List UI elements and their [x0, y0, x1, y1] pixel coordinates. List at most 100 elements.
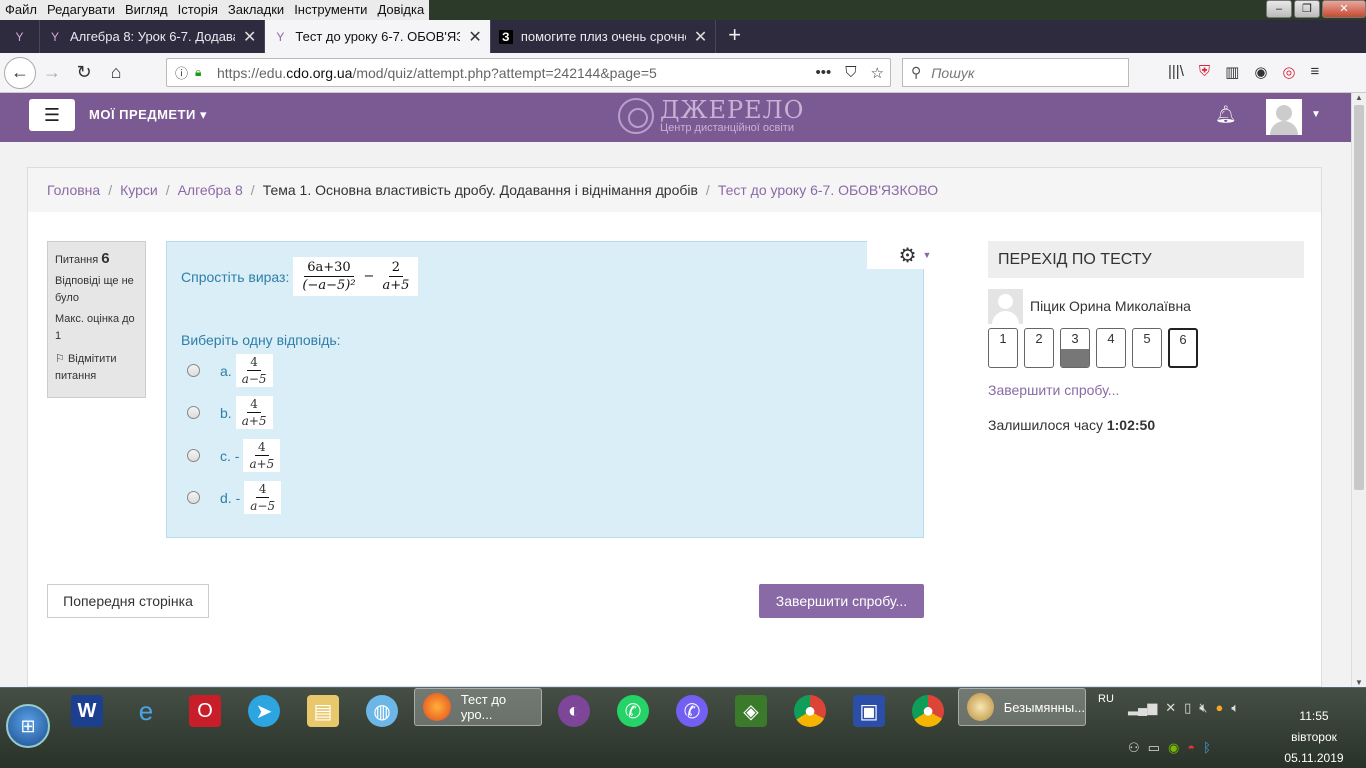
menu-bookmarks[interactable]: Закладки	[222, 0, 290, 20]
network-globe-icon[interactable]: ◍	[357, 692, 407, 730]
tray-antivirus-icon[interactable]: ◓	[1187, 740, 1195, 756]
tab-close-icon[interactable]: ✕	[694, 27, 707, 47]
expr-minus: −	[363, 269, 375, 284]
viber-icon[interactable]: ✆	[667, 692, 717, 730]
radio-d[interactable]	[187, 491, 200, 504]
telegram-icon[interactable]: ➤	[239, 692, 289, 730]
signal-icon[interactable]: ▂▄▆	[1128, 700, 1157, 716]
whatsapp-icon[interactable]: ✆	[608, 692, 658, 730]
menu-file[interactable]: Файл	[0, 0, 42, 20]
logo-subtitle: Центр дистанційної освіти	[660, 122, 794, 134]
chrome-icon[interactable]: ●	[785, 692, 835, 730]
tray-nvidia-icon[interactable]: ◉	[1168, 740, 1179, 756]
tor-icon[interactable]: ◐	[549, 692, 599, 730]
mute-icon[interactable]: 🔇︎	[1199, 700, 1207, 716]
breadcrumb-algebra[interactable]: Алгебра 8	[178, 182, 243, 198]
bookmark-star-icon[interactable]: ☆	[871, 64, 884, 82]
radio-a[interactable]	[187, 364, 200, 377]
menu-edit[interactable]: Редагувати	[41, 0, 120, 20]
menu-tools[interactable]: Інструменти	[289, 0, 373, 20]
breadcrumb-quiz[interactable]: Тест до уроку 6-7. ОБОВ'ЯЗКОВО	[718, 182, 938, 198]
sidebar-icon[interactable]: ▥	[1225, 63, 1239, 81]
my-courses-dropdown[interactable]: МОЇ ПРЕДМЕТИ ▾	[89, 107, 207, 123]
question-settings-menu[interactable]: ⚙ ▼	[867, 241, 963, 269]
quiz-nav-button-6[interactable]: 6	[1168, 328, 1198, 368]
file-explorer-icon[interactable]: ▤	[298, 692, 348, 730]
opera-icon[interactable]: O	[180, 692, 230, 730]
answer-option-a[interactable]: a. 4 a−5	[187, 354, 275, 387]
quiz-nav-button-2[interactable]: 2	[1024, 328, 1054, 368]
finish-attempt-button[interactable]: Завершити спробу...	[759, 584, 924, 618]
breadcrumb-home[interactable]: Головна	[47, 182, 100, 198]
info-icon[interactable]: ⓘ	[175, 63, 195, 82]
user-picture[interactable]	[988, 288, 1023, 324]
breadcrumb-courses[interactable]: Курси	[120, 182, 158, 198]
taskbar-firefox-window[interactable]: Тест до уро...	[414, 688, 542, 726]
minimize-icon[interactable]: ‒	[1266, 0, 1292, 18]
tab-algebra[interactable]: Y Алгебра 8: Урок 6-7. Додавання ✕	[40, 20, 266, 53]
new-tab-button[interactable]: +	[716, 20, 753, 53]
reload-icon[interactable]: ↻	[68, 57, 100, 89]
shield-icon[interactable]: ⛨	[1199, 63, 1210, 81]
library-icon[interactable]: |||\	[1168, 63, 1184, 81]
volume-icon[interactable]: 🔈︎	[1231, 700, 1239, 716]
bluetooth-icon[interactable]: ᛒ	[1203, 740, 1211, 756]
quiz-nav-button-1[interactable]: 1	[988, 328, 1018, 368]
tab-znanija[interactable]: З помогите плиз очень срочно ✕	[491, 20, 717, 53]
radio-c[interactable]	[187, 449, 200, 462]
notification-icon[interactable]: ●	[1215, 700, 1223, 716]
menu-help[interactable]: Довідка	[372, 0, 430, 20]
quiz-nav-button-3[interactable]: 3	[1060, 328, 1090, 368]
quiz-nav-button-5[interactable]: 5	[1132, 328, 1162, 368]
page-actions-icon[interactable]: •••	[816, 64, 832, 82]
menu-view[interactable]: Вигляд	[120, 0, 173, 20]
battery-icon[interactable]: ▯	[1184, 700, 1191, 716]
tab-close-icon[interactable]: ✕	[468, 27, 481, 47]
flag-question-link[interactable]: ⚐ Відмітити питання	[55, 351, 138, 385]
previous-page-button[interactable]: Попередня сторінка	[47, 584, 209, 618]
search-input[interactable]: ⚲ Пошук	[902, 58, 1129, 87]
answer-option-b[interactable]: b. 4 a+5	[187, 396, 275, 429]
scroll-down-icon[interactable]: ▼	[1355, 678, 1363, 687]
pocket-icon[interactable]: ⛉	[845, 64, 856, 82]
tray-app-icon[interactable]: ⚇	[1128, 740, 1140, 756]
forward-arrow-icon[interactable]: →	[36, 57, 68, 89]
hamburger-menu-icon[interactable]: ☰	[29, 99, 75, 131]
menu-history[interactable]: Історія	[172, 0, 223, 20]
system-clock[interactable]: 11:55 вівторок 05.11.2019	[1280, 706, 1348, 768]
account-icon[interactable]: ◉	[1254, 63, 1267, 81]
network-icon[interactable]: ✕	[1165, 700, 1176, 716]
site-logo[interactable]: ДЖЕРЕЛО Центр дистанційної освіти	[618, 98, 804, 134]
save-disk-icon[interactable]: ▣	[844, 692, 894, 730]
user-menu-caret-icon[interactable]: ▼	[1311, 109, 1321, 120]
menu-icon[interactable]: ≡	[1311, 63, 1320, 81]
maximize-icon[interactable]: ❐	[1294, 0, 1320, 18]
language-indicator[interactable]: RU	[1098, 693, 1114, 705]
tab-close-icon[interactable]: ✕	[243, 27, 256, 47]
word-icon[interactable]: W	[62, 692, 112, 730]
back-arrow-icon[interactable]: ←	[4, 56, 36, 89]
tab-quiz[interactable]: Y Тест до уроку 6-7. ОБОВ'ЯЗКОВО ✕	[265, 20, 491, 53]
quiz-nav-button-4[interactable]: 4	[1096, 328, 1126, 368]
tab-pinned[interactable]: Y	[0, 20, 40, 53]
page-scrollbar[interactable]: ▲ ▼	[1351, 93, 1366, 687]
close-window-icon[interactable]: ✕	[1322, 0, 1366, 18]
notifications-bell-icon[interactable]: 🔔︎	[1215, 105, 1237, 125]
minecraft-icon[interactable]: ◈	[726, 692, 776, 730]
answer-option-c[interactable]: c. - 4 a+5	[187, 439, 282, 472]
scroll-up-icon[interactable]: ▲	[1355, 93, 1363, 102]
url-text[interactable]: https://edu.cdo.org.ua/mod/quiz/attempt.…	[217, 65, 657, 81]
start-button-icon[interactable]: ⊞	[6, 704, 50, 748]
extension-icon[interactable]: ◎	[1282, 63, 1295, 81]
user-avatar[interactable]	[1266, 99, 1302, 135]
taskbar-paint-window[interactable]: Безымянны...	[958, 688, 1086, 726]
radio-b[interactable]	[187, 406, 200, 419]
tray-display-icon[interactable]: ▭	[1148, 740, 1160, 756]
url-bar[interactable]: ⓘ 🔒︎ https://edu.cdo.org.ua/mod/quiz/att…	[166, 58, 891, 87]
finish-attempt-link[interactable]: Завершити спробу...	[988, 382, 1304, 398]
home-icon[interactable]: ⌂	[100, 57, 132, 89]
answer-option-d[interactable]: d. - 4 a−5	[187, 481, 283, 514]
chrome-app-icon[interactable]: ●	[903, 692, 953, 730]
internet-explorer-icon[interactable]: e	[121, 692, 171, 730]
scrollbar-thumb[interactable]	[1354, 105, 1364, 490]
